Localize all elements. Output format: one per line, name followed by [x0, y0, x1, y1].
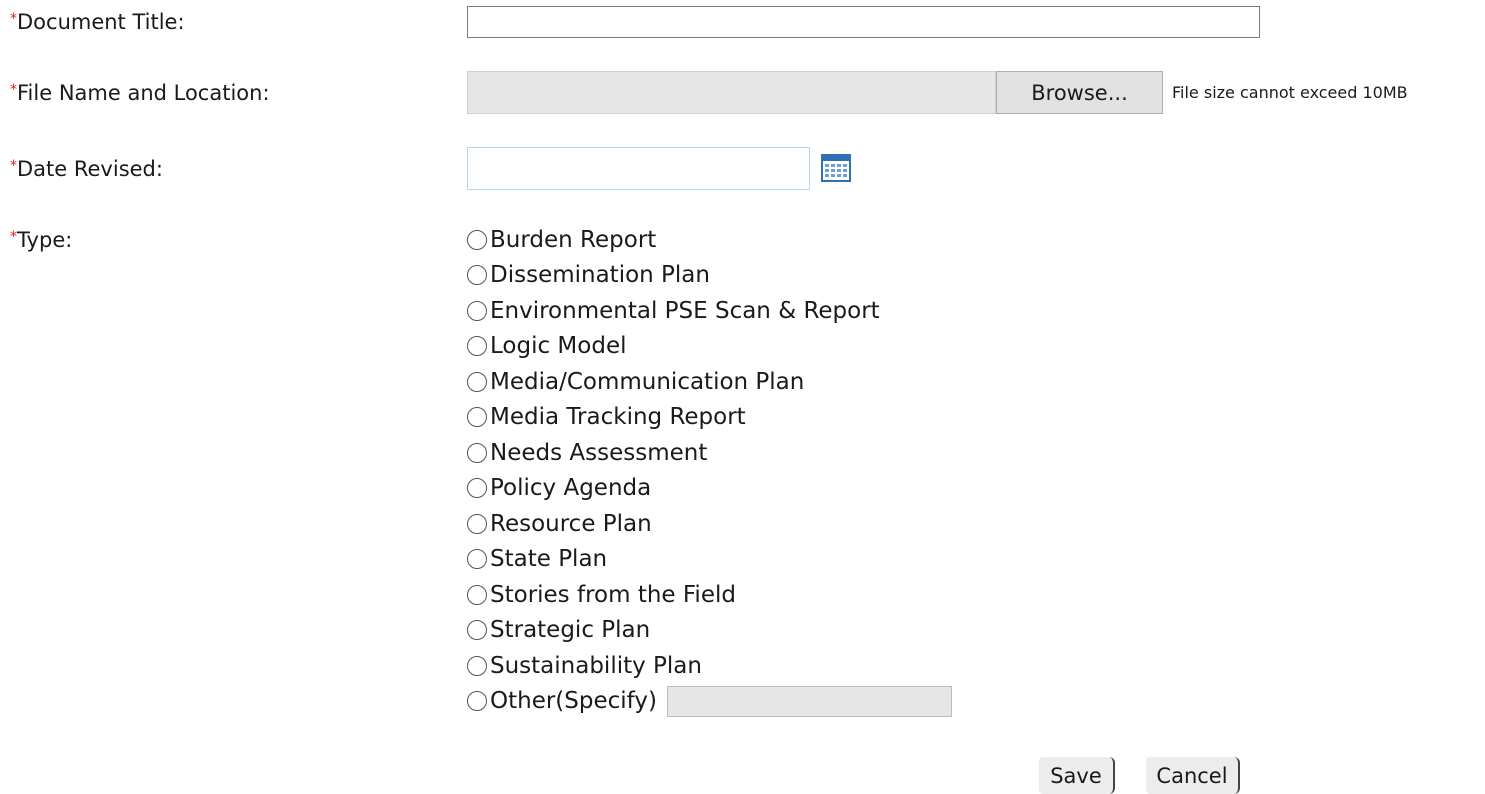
- type-option[interactable]: Needs Assessment: [467, 435, 952, 471]
- type-option-label: Needs Assessment: [490, 439, 708, 466]
- type-option[interactable]: Sustainability Plan: [467, 648, 952, 684]
- type-option-label: Other(Specify): [490, 688, 657, 715]
- type-option-label: Environmental PSE Scan & Report: [490, 297, 880, 324]
- type-option-label: Policy Agenda: [490, 475, 652, 502]
- file-name-label-text: File Name and Location:: [17, 81, 270, 105]
- type-option-label: Sustainability Plan: [490, 652, 702, 679]
- radio-button[interactable]: [467, 549, 487, 570]
- type-option-label: Media/Communication Plan: [490, 368, 805, 395]
- type-option[interactable]: Policy Agenda: [467, 471, 952, 507]
- type-label: *Type:: [10, 227, 72, 253]
- type-option[interactable]: Resource Plan: [467, 506, 952, 542]
- calendar-icon[interactable]: [821, 154, 851, 182]
- type-option-label: State Plan: [490, 546, 608, 573]
- required-marker: *: [10, 229, 17, 245]
- radio-button[interactable]: [467, 513, 487, 534]
- type-radio-group: Burden Report Dissemination Plan Environ…: [467, 222, 952, 719]
- type-option[interactable]: Media/Communication Plan: [467, 364, 952, 400]
- type-option[interactable]: Stories from the Field: [467, 577, 952, 613]
- required-marker: *: [10, 11, 17, 27]
- radio-button[interactable]: [467, 655, 487, 676]
- radio-button[interactable]: [467, 620, 487, 641]
- type-option[interactable]: Burden Report: [467, 222, 952, 258]
- file-size-note: File size cannot exceed 10MB: [1172, 83, 1408, 102]
- radio-button[interactable]: [467, 229, 487, 250]
- type-option[interactable]: Logic Model: [467, 329, 952, 365]
- type-option[interactable]: Media Tracking Report: [467, 400, 952, 436]
- type-option[interactable]: Environmental PSE Scan & Report: [467, 293, 952, 329]
- type-option-label: Media Tracking Report: [490, 404, 746, 431]
- file-name-label: *File Name and Location:: [10, 80, 270, 106]
- save-button[interactable]: Save: [1039, 757, 1115, 794]
- radio-button[interactable]: [467, 691, 487, 712]
- type-option[interactable]: Strategic Plan: [467, 613, 952, 649]
- radio-button[interactable]: [467, 442, 487, 463]
- type-option-label: Strategic Plan: [490, 617, 651, 644]
- date-revised-label: *Date Revised:: [10, 156, 163, 182]
- radio-button[interactable]: [467, 407, 487, 428]
- date-revised-label-text: Date Revised:: [17, 157, 163, 181]
- other-specify-input[interactable]: [666, 685, 952, 717]
- type-option[interactable]: State Plan: [467, 542, 952, 578]
- document-title-input[interactable]: [467, 6, 1260, 38]
- type-option-label: Stories from the Field: [490, 581, 736, 608]
- radio-button[interactable]: [467, 478, 487, 499]
- type-option-label: Burden Report: [490, 226, 657, 253]
- radio-button[interactable]: [467, 371, 487, 392]
- document-title-label-text: Document Title:: [17, 10, 185, 34]
- date-revised-input[interactable]: [467, 147, 810, 190]
- type-option-label: Logic Model: [490, 333, 627, 360]
- radio-button[interactable]: [467, 584, 487, 605]
- type-option-label: Dissemination Plan: [490, 262, 710, 289]
- document-title-label: *Document Title:: [10, 9, 185, 35]
- radio-button[interactable]: [467, 265, 487, 286]
- file-path-field[interactable]: [467, 71, 996, 114]
- required-marker: *: [10, 158, 17, 174]
- cancel-button[interactable]: Cancel: [1146, 757, 1240, 794]
- browse-button[interactable]: Browse...: [996, 71, 1163, 114]
- radio-button[interactable]: [467, 336, 487, 357]
- radio-button[interactable]: [467, 300, 487, 321]
- type-label-text: Type:: [17, 228, 73, 252]
- type-option[interactable]: Dissemination Plan: [467, 258, 952, 294]
- type-option-other[interactable]: Other(Specify): [467, 684, 952, 720]
- type-option-label: Resource Plan: [490, 510, 652, 537]
- required-marker: *: [10, 82, 17, 98]
